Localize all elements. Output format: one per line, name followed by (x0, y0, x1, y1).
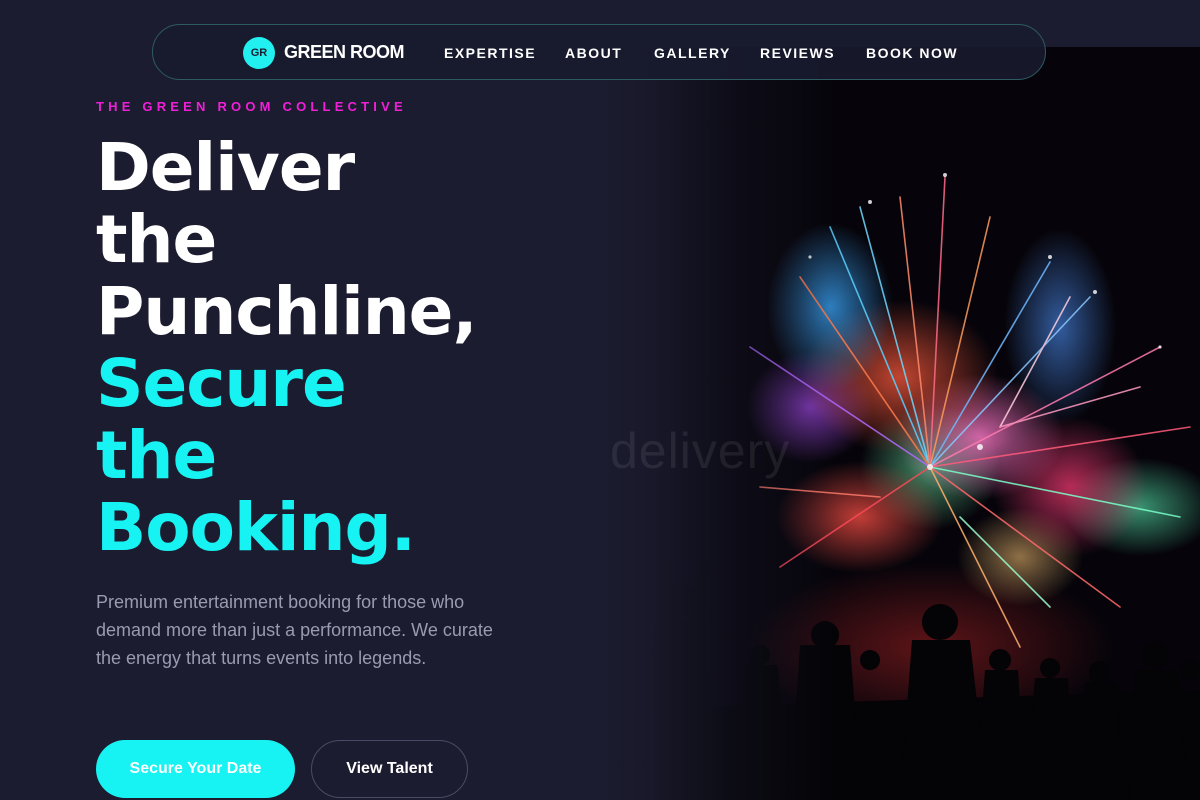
headline-line: Deliver (96, 129, 355, 206)
headline-accent-line: the (96, 417, 217, 494)
nav-link-expertise[interactable]: EXPERTISE (444, 45, 536, 61)
secure-your-date-button[interactable]: Secure Your Date (96, 740, 295, 798)
hero-headline: Deliver the Punchline, Secure the Bookin… (96, 129, 478, 566)
headline-accent-line: Booking. (96, 489, 416, 566)
nav-link-book-now[interactable]: BOOK NOW (866, 45, 958, 61)
logo-text[interactable]: GREEN ROOM (284, 42, 405, 63)
headline-line: the (96, 201, 217, 278)
image-watermark: delivery (610, 423, 791, 479)
nav-link-gallery[interactable]: GALLERY (654, 45, 731, 61)
headline-accent-line: Secure (96, 345, 347, 422)
hero-eyebrow: THE GREEN ROOM COLLECTIVE (96, 99, 407, 114)
logo-badge[interactable]: GR (243, 37, 275, 69)
view-talent-button[interactable]: View Talent (311, 740, 468, 798)
nav-link-about[interactable]: ABOUT (565, 45, 622, 61)
nav-link-reviews[interactable]: REVIEWS (760, 45, 835, 61)
landing-page: delivery GR GREEN ROOM EXPERTISE ABOUT G… (0, 0, 1200, 800)
hero-subtext: Premium entertainment booking for those … (96, 592, 493, 668)
headline-line: Punchline, (96, 273, 478, 350)
